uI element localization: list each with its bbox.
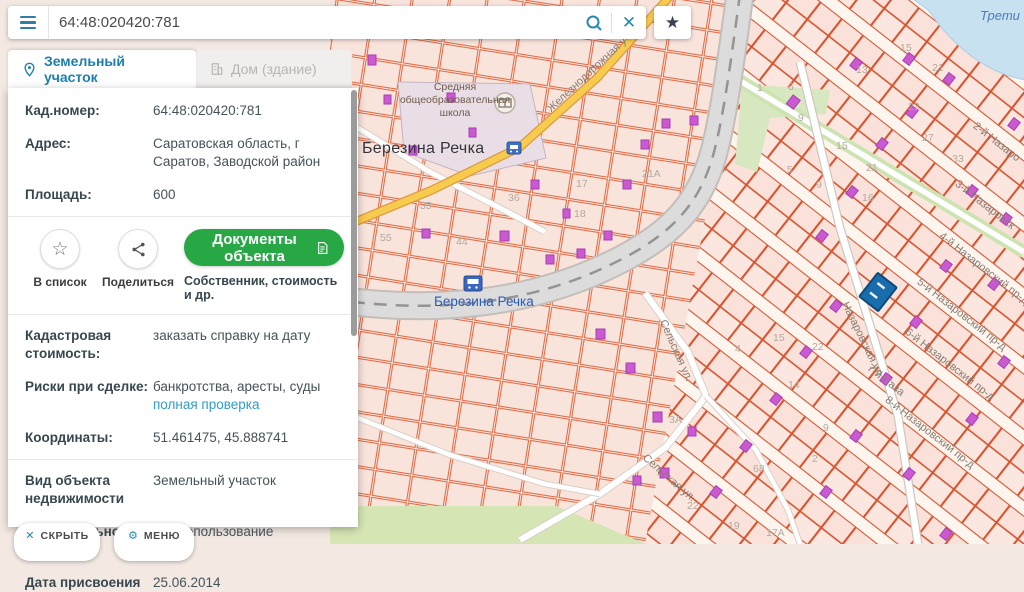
share-button[interactable] xyxy=(118,229,158,269)
divider xyxy=(8,459,358,460)
row-area: Площадь: 600 xyxy=(8,186,358,204)
tab-house-building[interactable]: Дом (здание) xyxy=(196,50,352,88)
panel-tabs: Земельный участок Дом (здание) xyxy=(8,50,358,88)
school-icon xyxy=(495,93,515,113)
station-icon xyxy=(464,276,482,291)
row-cadastral-cost: Кадастровая стоимость: заказать справку … xyxy=(8,327,358,363)
panel-scrollbar[interactable] xyxy=(351,90,357,336)
transit-stop-icon xyxy=(507,142,521,154)
gear-icon: ⚙ xyxy=(128,531,138,542)
add-to-list-label: В список xyxy=(33,275,86,289)
close-icon: ✕ xyxy=(25,531,34,542)
favorites-button[interactable]: ★ xyxy=(654,6,691,39)
location-pin-icon xyxy=(22,62,37,77)
cadastral-number-link[interactable]: 64:48:020420:781 xyxy=(153,102,344,120)
add-to-list-button[interactable]: ☆ xyxy=(40,229,80,269)
share-label: Поделиться xyxy=(102,275,174,289)
row-deal-risks: Риски при сделке: банкротства, аресты, с… xyxy=(8,378,358,414)
menu-icon[interactable] xyxy=(8,6,49,39)
row-object-type: Вид объекта недвижимости Земельный участ… xyxy=(8,472,358,508)
order-certificate-link[interactable]: заказать справку на дату xyxy=(153,327,344,363)
panel-body: Кад.номер: 64:48:020420:781 Адрес: Сарат… xyxy=(8,88,358,527)
divider xyxy=(8,314,358,315)
building-icon xyxy=(210,62,224,76)
documents-subtitle: Собственник, стоимость и др. xyxy=(184,274,344,302)
search-icon[interactable] xyxy=(577,6,611,39)
tab-house-label: Дом (здание) xyxy=(231,61,317,77)
object-documents-button[interactable]: Документы объекта xyxy=(184,229,344,266)
menu-button[interactable]: ⚙ МЕНЮ xyxy=(114,523,194,561)
row-cadastral-number: Кад.номер: 64:48:020420:781 xyxy=(8,102,358,120)
search-input[interactable] xyxy=(49,14,577,31)
row-assignment-date: Дата присвоения 25.06.2014 xyxy=(8,574,358,592)
actions-row: ☆ В список Поделиться Документы объе xyxy=(8,229,358,302)
tab-land-label: Земельный участок xyxy=(44,53,182,85)
tab-land-parcel[interactable]: Земельный участок xyxy=(8,50,196,88)
row-coordinates: Координаты: 51.461475, 45.888741 xyxy=(8,429,358,447)
row-address: Адрес: Саратовская область, г Саратов, З… xyxy=(8,135,358,171)
close-icon[interactable]: ✕ xyxy=(612,6,646,39)
star-outline-icon: ☆ xyxy=(51,238,68,261)
object-info-panel: Земельный участок Дом (здание) Кад.номер… xyxy=(8,50,358,527)
full-check-link[interactable]: полная проверка xyxy=(153,397,260,412)
divider xyxy=(8,216,358,217)
document-icon xyxy=(317,240,328,256)
search-bar: ✕ xyxy=(8,6,646,39)
hide-panel-button[interactable]: ✕ СКРЫТЬ xyxy=(14,523,100,561)
share-icon xyxy=(130,241,147,258)
star-icon: ★ xyxy=(665,13,680,33)
